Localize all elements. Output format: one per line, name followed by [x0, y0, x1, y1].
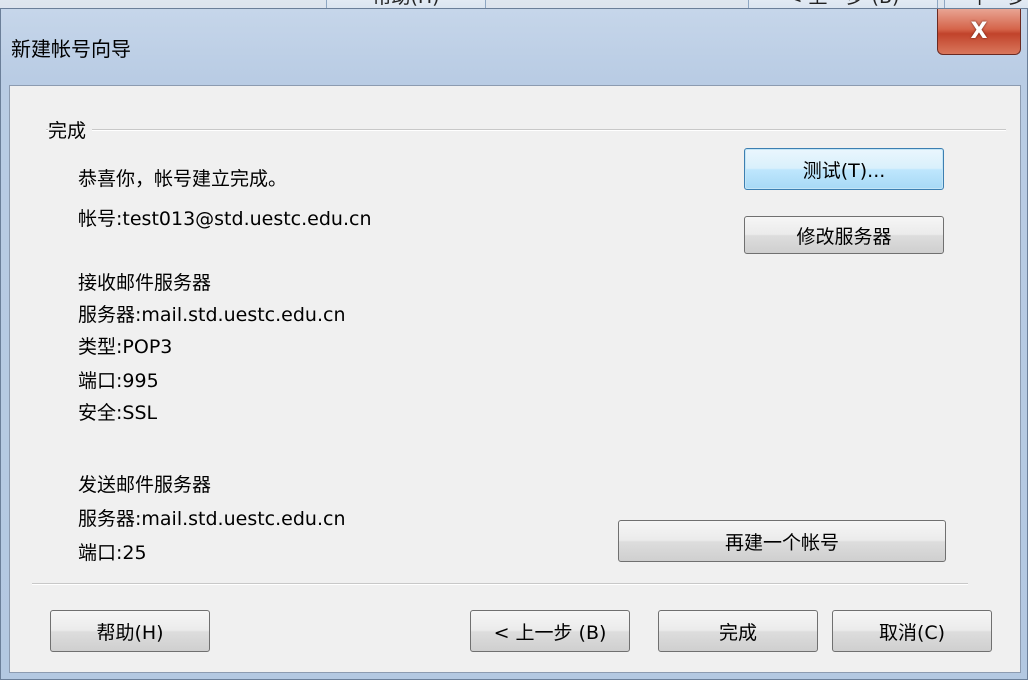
incoming-server-text: 服务器:mail.std.uestc.edu.cn — [78, 304, 346, 326]
congrats-text: 恭喜你，帐号建立完成。 — [78, 168, 288, 190]
incoming-port-text: 端口:995 — [78, 370, 159, 392]
title-bar: 新建帐号向导 X — [1, 9, 1027, 85]
account-text: 帐号:test013@std.uestc.edu.cn — [78, 208, 372, 230]
close-button[interactable]: X — [937, 9, 1021, 55]
create-another-account-button[interactable]: 再建一个帐号 — [618, 520, 946, 562]
incoming-heading: 接收邮件服务器 — [78, 272, 212, 294]
close-icon: X — [970, 19, 988, 44]
modify-server-button[interactable]: 修改服务器 — [744, 216, 944, 254]
dialog-body: 完成 恭喜你，帐号建立完成。 帐号:test013@std.uestc.edu.… — [9, 85, 1021, 673]
incoming-type-text: 类型:POP3 — [78, 336, 173, 358]
dialog-title: 新建帐号向导 — [11, 37, 131, 61]
cancel-button[interactable]: 取消(C) — [832, 610, 992, 652]
bottom-divider — [32, 583, 968, 585]
help-button[interactable]: 帮助(H) — [50, 610, 210, 652]
outgoing-heading: 发送邮件服务器 — [78, 474, 212, 496]
outgoing-server-text: 服务器:mail.std.uestc.edu.cn — [78, 508, 346, 530]
group-divider — [46, 129, 1006, 131]
finish-button[interactable]: 完成 — [658, 610, 818, 652]
test-button[interactable]: 测试(T)... — [744, 148, 944, 190]
group-title: 完成 — [48, 116, 93, 143]
incoming-security-text: 安全:SSL — [78, 402, 158, 424]
new-account-wizard-dialog: 新建帐号向导 X 完成 恭喜你，帐号建立完成。 帐号:test013@std.u… — [0, 8, 1028, 680]
outgoing-port-text: 端口:25 — [78, 542, 147, 564]
back-button[interactable]: < 上一步 (B) — [470, 610, 630, 652]
